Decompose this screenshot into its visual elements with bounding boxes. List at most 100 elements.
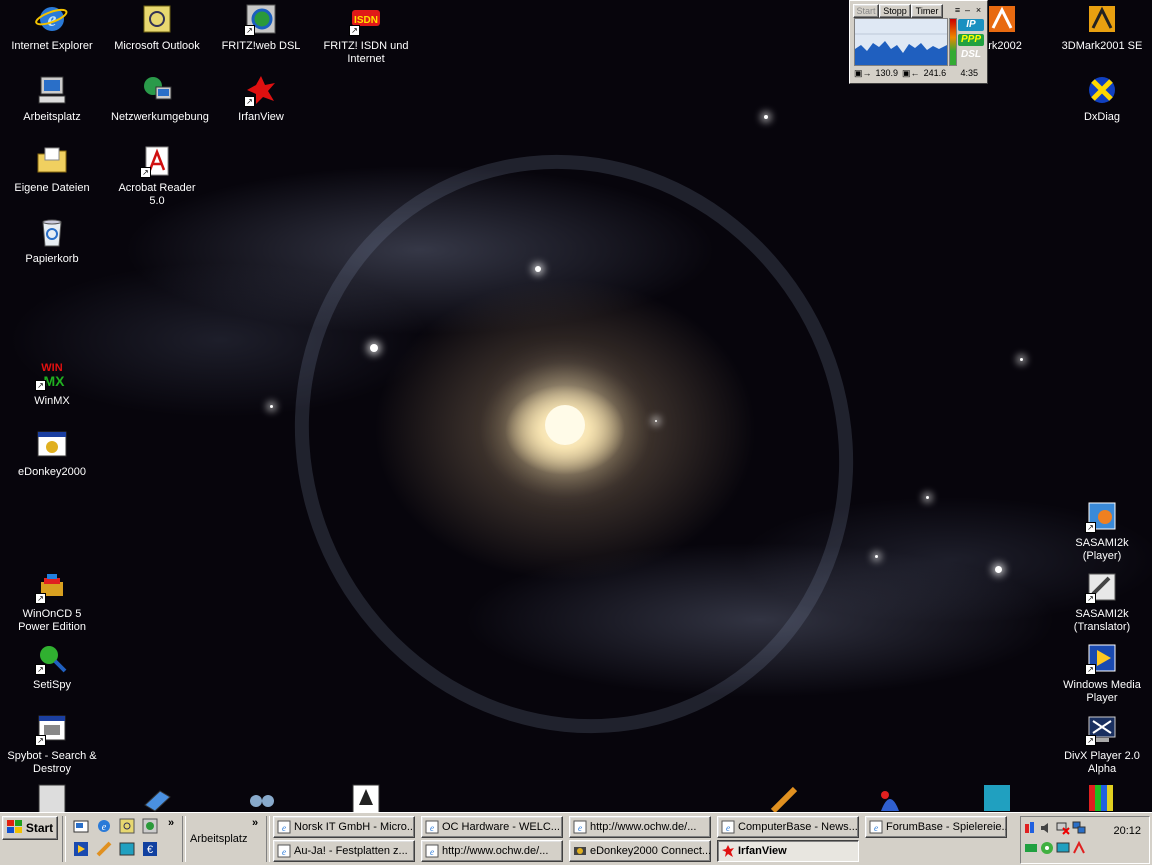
desktop-icon-spybot[interactable]: ↗ Spybot - Search & Destroy [5, 712, 99, 776]
network-icon[interactable] [1072, 821, 1086, 835]
fritz-stop-button[interactable]: Stopp [879, 4, 911, 18]
desktop-icon-divx[interactable]: ↗ DivX Player 2.0 Alpha [1055, 712, 1149, 776]
media-player-icon[interactable] [73, 841, 91, 859]
network-disconnected-icon[interactable] [1056, 821, 1070, 835]
task-button[interactable]: e OC Hardware - WELC... [421, 816, 563, 838]
task-button-active[interactable]: IrfanView [717, 840, 859, 862]
quick-launch-chevron[interactable]: » [168, 817, 174, 829]
svg-text:e: e [578, 823, 582, 833]
desktop-icon-outlook[interactable]: Microsoft Outlook [110, 2, 204, 53]
task-button[interactable]: e ComputerBase - News... [717, 816, 859, 838]
toolbar-chevron[interactable]: » [252, 817, 258, 829]
desktop-icon-papierkorb[interactable]: Papierkorb [5, 215, 99, 266]
desktop-icon-sasami-translator[interactable]: ↗ SASAMI2k (Translator) [1055, 570, 1149, 634]
desktop-icon-internet-explorer[interactable]: e Internet Explorer [5, 2, 99, 53]
tray-green-icon[interactable] [1024, 841, 1038, 855]
svg-text:e: e [282, 823, 286, 833]
shortcut-arrow-icon: ↗ [244, 25, 255, 36]
outlook-icon[interactable] [119, 818, 137, 836]
system-tray: 20:12 [1020, 816, 1150, 864]
media-player-icon: ↗ [1085, 641, 1119, 675]
internet-explorer-icon: e [35, 2, 69, 36]
desktop[interactable]: e Internet Explorer Microsoft Outlook ↗ … [0, 0, 1152, 812]
desktop-icon-fritz-isdn[interactable]: ISDN ↗ FRITZ! ISDN und Internet [319, 2, 413, 66]
task-label: OC Hardware - WELC... [442, 821, 560, 833]
taskbar-separator [266, 816, 270, 862]
task-label: Norsk IT GmbH - Micro... [294, 821, 415, 833]
ie-page-icon: e [573, 820, 587, 834]
ie-page-icon: e [277, 820, 291, 834]
tray-app-icon[interactable] [1024, 821, 1038, 835]
task-button[interactable]: eDonkey2000 Connect... [569, 840, 711, 862]
desktop-icon-irfanview[interactable]: ↗ IrfanView [214, 73, 308, 124]
desktop-icon-partial[interactable] [319, 783, 413, 812]
upload-rate: 130.9 [875, 68, 899, 78]
desktop-icon-3dmark2001[interactable]: 3DMark2001 SE [1055, 2, 1149, 53]
tray-power-icon[interactable] [1072, 840, 1086, 855]
clock[interactable]: 20:12 [1113, 825, 1141, 837]
winoncd-icon: ↗ [35, 570, 69, 604]
desktop-icon-acrobat[interactable]: ↗ Acrobat Reader 5.0 [110, 144, 204, 208]
desktop-icon-partial[interactable] [950, 783, 1044, 812]
desktop-icon-partial[interactable] [1055, 783, 1149, 812]
fritz-icon[interactable] [142, 818, 160, 836]
desktop-icon-media-player[interactable]: ↗ Windows Media Player [1055, 641, 1149, 705]
menu-icon[interactable]: ≡ [953, 4, 962, 16]
svg-text:e: e [430, 847, 434, 857]
close-icon[interactable]: × [974, 4, 983, 16]
winamp-icon[interactable] [96, 841, 114, 859]
euro-converter-icon[interactable]: € [142, 841, 160, 859]
icon-label: IrfanView [238, 111, 284, 123]
task-button[interactable]: e http://www.ochw.de/... [421, 840, 563, 862]
internet-explorer-icon[interactable]: e [96, 818, 114, 836]
arbeitsplatz-toolbar[interactable]: Arbeitsplatz [190, 833, 247, 845]
star [655, 420, 657, 422]
fritz-isdn-icon: ISDN ↗ [349, 2, 383, 36]
volume-icon[interactable] [1040, 821, 1054, 835]
fritz-timer-button[interactable]: Timer [911, 4, 943, 18]
desktop-icon-partial[interactable] [843, 783, 937, 812]
task-button[interactable]: e http://www.ochw.de/... [569, 816, 711, 838]
shortcut-arrow-icon: ↗ [349, 25, 360, 36]
tray-disc-icon[interactable] [1040, 841, 1054, 855]
desktop-icon-dxdiag[interactable]: DxDiag [1055, 73, 1149, 124]
tray-computer-icon[interactable] [1056, 841, 1070, 855]
3dmark-icon [985, 2, 1019, 36]
desktop-icon-partial[interactable] [110, 783, 204, 812]
desktop-icon-eigene-dateien[interactable]: Eigene Dateien [5, 144, 99, 195]
desktop-icon-partial[interactable] [737, 783, 831, 812]
desktop-icon-partial[interactable] [214, 783, 308, 812]
calculator-icon[interactable] [119, 841, 137, 859]
desktop-icon-setispy[interactable]: ↗ SetiSpy [5, 641, 99, 692]
desktop-icon-winoncd[interactable]: ↗ WinOnCD 5 Power Edition [5, 570, 99, 634]
task-label: ForumBase - Spielereie... [886, 821, 1007, 833]
show-desktop-icon[interactable] [73, 818, 91, 836]
acrobat-icon: ↗ [140, 144, 174, 178]
icon-label: Eigene Dateien [14, 182, 90, 194]
desktop-icon-winmx[interactable]: WIN MX ↗ WinMX [5, 357, 99, 408]
desktop-icon-netzwerkumgebung[interactable]: Netzwerkumgebung [110, 73, 209, 124]
fritz-start-button[interactable]: Start [853, 4, 879, 18]
task-button[interactable]: e Au-Ja! - Festplatten z... [273, 840, 415, 862]
desktop-icon-fritz-web-dsl[interactable]: ↗ FRITZ!web DSL [214, 2, 308, 53]
desktop-icon-edonkey[interactable]: eDonkey2000 [5, 428, 99, 479]
desktop-icon-sasami-player[interactable]: ↗ SASAMI2k (Player) [1055, 499, 1149, 563]
outlook-icon [140, 2, 174, 36]
icon-label: 3DMark2001 SE [1061, 40, 1143, 52]
minimize-icon[interactable]: – [963, 4, 972, 16]
task-button[interactable]: e ForumBase - Spielereie... [865, 816, 1007, 838]
desktop-icon-partial[interactable] [5, 783, 99, 812]
app-icon [980, 783, 1014, 812]
icon-label: DxDiag [1083, 111, 1121, 123]
download-rate: 241.6 [923, 68, 947, 78]
connection-time: 4:35 [960, 68, 978, 78]
taskbar-separator [62, 816, 66, 862]
desktop-icon-arbeitsplatz[interactable]: Arbeitsplatz [5, 73, 99, 124]
recycle-bin-icon [35, 215, 69, 249]
app-icon [1085, 783, 1119, 812]
icon-label: Windows Media Player [1063, 679, 1141, 704]
start-button[interactable]: Start [2, 816, 58, 840]
fritz-dsl-monitor[interactable]: Start Stopp Timer ≡ – × IP PPP DSL ▣→ 13… [849, 0, 988, 84]
task-button[interactable]: e Norsk IT GmbH - Micro... [273, 816, 415, 838]
icon-label: FRITZ! ISDN und Internet [323, 40, 409, 65]
